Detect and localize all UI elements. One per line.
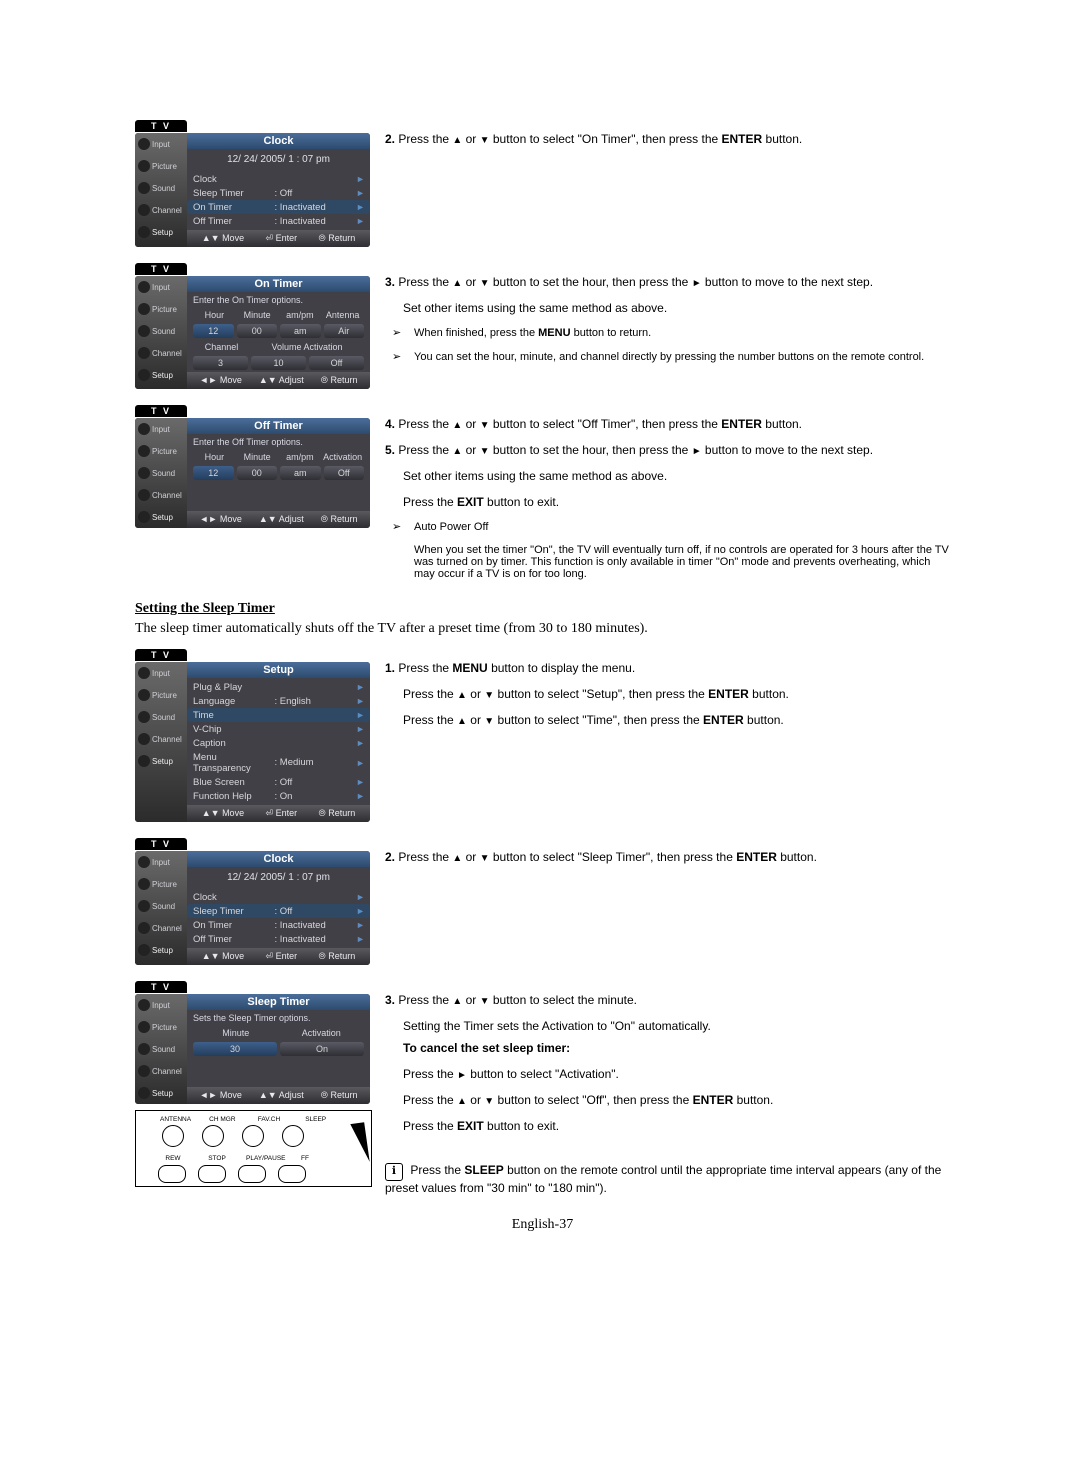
chip: 30 <box>193 1042 277 1056</box>
ff-button <box>278 1165 306 1183</box>
remote-button <box>162 1125 184 1147</box>
sidebar-channel: Channel <box>152 206 182 215</box>
channel-icon <box>138 204 150 216</box>
osd-tv-label: T V <box>135 120 187 132</box>
page-number: English-37 <box>135 1217 950 1233</box>
section-heading: Setting the Sleep Timer <box>135 601 950 617</box>
sidebar-input: Input <box>152 140 170 149</box>
osd-tv-label: T V <box>135 838 187 850</box>
chip: 3 <box>193 356 248 370</box>
chip: Off <box>309 356 364 370</box>
chip: 00 <box>237 466 278 480</box>
chip: 12 <box>193 466 234 480</box>
chip: am <box>280 466 321 480</box>
menu-row: Clock► <box>187 172 370 186</box>
remote-button <box>282 1125 304 1147</box>
stop-button <box>198 1165 226 1183</box>
osd-sidebar: Input Picture Sound Channel Setup <box>135 276 187 389</box>
osd-title: Off Timer <box>187 418 370 434</box>
osd-footer: ◄► Move ▲▼ Adjust ⦾ Return <box>187 372 370 389</box>
step-3: 3. Press the ▲ or ▼ button to set the ho… <box>375 263 950 395</box>
osd-tv-label: T V <box>135 981 187 993</box>
osd-title: On Timer <box>187 276 370 292</box>
step-5: 5. Press the ▲ or ▼ button to set the ho… <box>385 443 950 457</box>
input-icon <box>138 138 150 150</box>
step-b3: 3. Press the ▲ or ▼ button to select the… <box>375 981 950 1197</box>
sidebar-setup: Setup <box>152 228 173 237</box>
sound-icon <box>138 325 150 337</box>
osd-help: Enter the Off Timer options. <box>187 434 370 450</box>
chip: 10 <box>251 356 306 370</box>
osd-title: Clock <box>187 133 370 149</box>
channel-icon <box>138 347 150 359</box>
chip: am <box>280 324 321 338</box>
osd-clock-2: Input Picture Sound Channel Setup Clock … <box>135 851 370 965</box>
pointer-arrow-icon <box>350 1122 369 1164</box>
chip: Air <box>324 324 365 338</box>
osd-datetime: 12/ 24/ 2005/ 1 : 07 pm <box>187 149 370 170</box>
chip: On <box>280 1042 364 1056</box>
section-intro: The sleep timer automatically shuts off … <box>135 621 950 637</box>
picture-icon <box>138 160 150 172</box>
step-4: 4. Press the ▲ or ▼ button to select "Of… <box>385 417 950 431</box>
osd-help: Enter the On Timer options. <box>187 292 370 308</box>
remote-button <box>242 1125 264 1147</box>
step-b2: 2. Press the ▲ or ▼ button to select "Sl… <box>375 838 950 971</box>
chip: Off <box>324 466 365 480</box>
sidebar-sound: Sound <box>152 184 175 193</box>
chip: 12 <box>193 324 234 338</box>
osd-sidebar: Input Picture Sound Channel Setup <box>135 133 187 247</box>
play-pause-button <box>238 1165 266 1183</box>
sound-icon <box>138 182 150 194</box>
menu-row: Off Timer: Inactivated► <box>187 214 370 228</box>
sidebar-picture: Picture <box>152 162 177 171</box>
osd-clock-1: Input Picture Sound Channel Setup Clock … <box>135 133 370 247</box>
osd-setup: Input Picture Sound Channel Setup Setup … <box>135 662 370 822</box>
setup-icon <box>138 226 150 238</box>
step-b1: 1. Press the MENU button to display the … <box>375 649 950 828</box>
remote-button <box>202 1125 224 1147</box>
remote-diagram: ANTENNACH MGRFAV.CHSLEEP REWSTOPPLAY/PAU… <box>135 1110 372 1187</box>
osd-sleep-timer: Input Picture Sound Channel Setup Sleep … <box>135 994 370 1104</box>
menu-row: Sleep Timer: Off► <box>187 186 370 200</box>
osd-on-timer: Input Picture Sound Channel Setup On Tim… <box>135 276 370 389</box>
chip: 00 <box>237 324 278 338</box>
osd-tv-label: T V <box>135 649 187 661</box>
menu-row: On Timer: Inactivated► <box>187 200 370 214</box>
picture-icon <box>138 303 150 315</box>
osd-tv-label: T V <box>135 405 187 417</box>
osd-footer: ▲▼ Move ⏎ Enter ⦾ Return <box>187 230 370 247</box>
osd-off-timer: Input Picture Sound Channel Setup Off Ti… <box>135 418 370 528</box>
input-icon <box>138 281 150 293</box>
menu-row: Plug & Play► <box>187 680 370 694</box>
info-icon: ℹ <box>385 1163 403 1181</box>
rew-button <box>158 1165 186 1183</box>
step-2: 2. Press the ▲ or ▼ button to select "On… <box>385 132 950 146</box>
setup-icon <box>138 369 150 381</box>
osd-tv-label: T V <box>135 263 187 275</box>
